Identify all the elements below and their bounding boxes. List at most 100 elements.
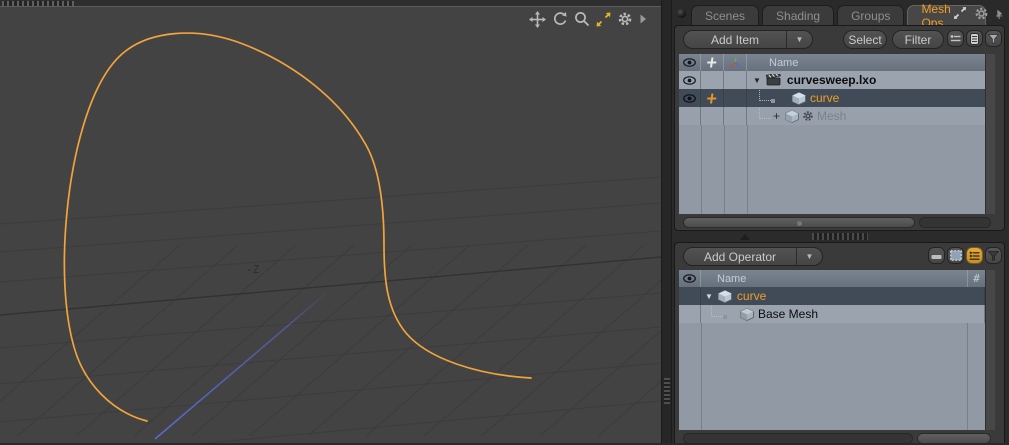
hscroll-thumb[interactable] xyxy=(683,217,915,228)
tree-node-square xyxy=(723,315,727,319)
maximize-icon[interactable] xyxy=(596,12,611,27)
flyout-icon[interactable] xyxy=(996,8,1003,19)
locator-cell xyxy=(724,71,747,89)
list-remove-icon[interactable] xyxy=(947,30,964,47)
visibility-toggle[interactable] xyxy=(679,107,701,125)
tree-line xyxy=(711,305,723,317)
name-column-header[interactable]: Name xyxy=(747,54,985,71)
item-list-vscrollbar[interactable] xyxy=(985,71,995,89)
table-row-selected[interactable]: ▼ curve xyxy=(679,287,995,305)
tabbar-knob-icon[interactable] xyxy=(677,9,686,18)
gear-icon xyxy=(802,110,814,122)
add-item-button[interactable]: Add Item xyxy=(684,31,786,48)
gear-icon[interactable] xyxy=(974,6,989,21)
visibility-toggle[interactable] xyxy=(679,71,701,89)
splitter-grip[interactable] xyxy=(664,378,670,404)
list-detail-icon[interactable] xyxy=(966,30,983,47)
operator-list-hscrollbar[interactable] xyxy=(679,432,995,445)
item-list-hscrollbar[interactable] xyxy=(679,216,995,229)
divider-grip[interactable] xyxy=(812,233,868,240)
tab-groups[interactable]: Groups xyxy=(837,5,904,25)
add-operator-dropdown-arrow[interactable]: ▼ xyxy=(796,248,822,265)
table-row-selected[interactable]: curve xyxy=(679,89,995,107)
list-detail-icon[interactable] xyxy=(966,247,983,264)
add-operator-button[interactable]: Add Operator xyxy=(684,248,796,265)
mesh-cube-icon xyxy=(718,290,732,303)
operator-name[interactable]: curve xyxy=(737,289,766,303)
render-toggle[interactable] xyxy=(701,71,724,89)
visibility-toggle[interactable] xyxy=(679,287,701,305)
operator-list-vscrollbar[interactable] xyxy=(985,305,995,323)
filter-funnel-icon[interactable] xyxy=(985,247,1002,264)
count-column-header[interactable]: # xyxy=(968,270,985,287)
hscroll-thumb[interactable] xyxy=(917,433,991,444)
item-list-empty-area[interactable] xyxy=(679,125,995,214)
table-row[interactable]: Base Mesh xyxy=(679,305,995,323)
orbit-icon[interactable] xyxy=(552,11,568,27)
viewport-grip-handle[interactable] xyxy=(2,1,74,6)
operator-list-vscrollbar[interactable] xyxy=(985,323,995,430)
eye-icon xyxy=(683,94,696,103)
operator-list: Name # ▼ curve xyxy=(679,270,995,430)
operator-list-empty-area[interactable] xyxy=(679,323,995,430)
render-column-header[interactable] xyxy=(701,54,724,71)
table-row[interactable]: + Mesh xyxy=(679,107,995,125)
visibility-column-header[interactable] xyxy=(679,54,701,71)
visibility-toggle[interactable] xyxy=(679,305,701,323)
add-item-button-group: Add Item ▼ xyxy=(683,30,813,49)
mesh-operator-panel: Add Operator ▼ xyxy=(674,242,1005,443)
item-list-vscrollbar[interactable] xyxy=(985,54,995,71)
visibility-column-header[interactable] xyxy=(679,270,701,287)
render-toggle-on[interactable] xyxy=(701,89,724,107)
count-cell xyxy=(968,305,985,323)
filter-button[interactable]: Filter xyxy=(892,30,944,49)
collapse-arrow-icon[interactable]: ▼ xyxy=(753,76,761,85)
select-button[interactable]: Select xyxy=(843,30,887,49)
panel-splitter[interactable] xyxy=(661,0,672,443)
render-cross-icon xyxy=(707,57,718,68)
item-name[interactable]: curve xyxy=(810,91,839,105)
item-list-vscrollbar[interactable] xyxy=(985,89,995,107)
name-column-header[interactable]: Name xyxy=(701,270,968,287)
hscroll-track[interactable] xyxy=(919,217,991,228)
operator-list-vscrollbar[interactable] xyxy=(985,270,995,287)
locator-column-header[interactable] xyxy=(724,54,747,71)
collapse-arrow-icon[interactable]: ▼ xyxy=(705,292,713,301)
locator-cell xyxy=(724,89,747,107)
eye-icon xyxy=(683,58,696,67)
expand-icon[interactable] xyxy=(953,6,967,20)
render-cross-icon xyxy=(707,93,718,104)
zoom-icon[interactable] xyxy=(574,11,590,27)
axis-direction-label: -Z xyxy=(246,263,260,276)
render-toggle[interactable] xyxy=(701,107,724,125)
eye-icon xyxy=(683,274,696,283)
item-list-header: Name xyxy=(679,54,995,71)
operator-list-header: Name # xyxy=(679,270,995,287)
visibility-toggle[interactable] xyxy=(679,89,701,107)
hscroll-track[interactable] xyxy=(683,433,913,444)
settings-icon[interactable] xyxy=(617,11,633,27)
right-panel-tabbar: Scenes Shading Groups Mesh Ops + xyxy=(672,0,1009,25)
tab-shading[interactable]: Shading xyxy=(762,5,834,25)
filter-funnel-icon[interactable] xyxy=(985,30,1002,47)
scene-file-name[interactable]: curvesweep.lxo xyxy=(787,73,876,87)
mesh-cube-icon xyxy=(792,92,806,105)
item-name[interactable]: Mesh xyxy=(817,109,846,123)
axis-locator-icon xyxy=(730,57,741,68)
flyout-icon[interactable] xyxy=(639,13,647,25)
viewport-3d[interactable]: -Z xyxy=(0,7,661,443)
table-row[interactable]: ▼ curvesweep.lxo xyxy=(679,71,995,89)
item-list-vscrollbar[interactable] xyxy=(985,107,995,125)
viewport-panel: -Z xyxy=(0,0,661,443)
panel-divider[interactable] xyxy=(672,231,1009,242)
operator-name[interactable]: Base Mesh xyxy=(758,307,818,321)
operator-list-vscrollbar[interactable] xyxy=(985,287,995,305)
add-item-dropdown-arrow[interactable]: ▼ xyxy=(786,31,812,48)
tab-scenes[interactable]: Scenes xyxy=(691,5,759,25)
solo-icon[interactable] xyxy=(928,247,945,264)
pan-icon[interactable] xyxy=(529,11,546,28)
item-list-vscrollbar[interactable] xyxy=(985,125,995,214)
select-region-icon[interactable] xyxy=(947,247,964,264)
expand-plus-icon[interactable]: + xyxy=(773,109,780,123)
collapse-triangle-icon[interactable] xyxy=(740,234,750,240)
